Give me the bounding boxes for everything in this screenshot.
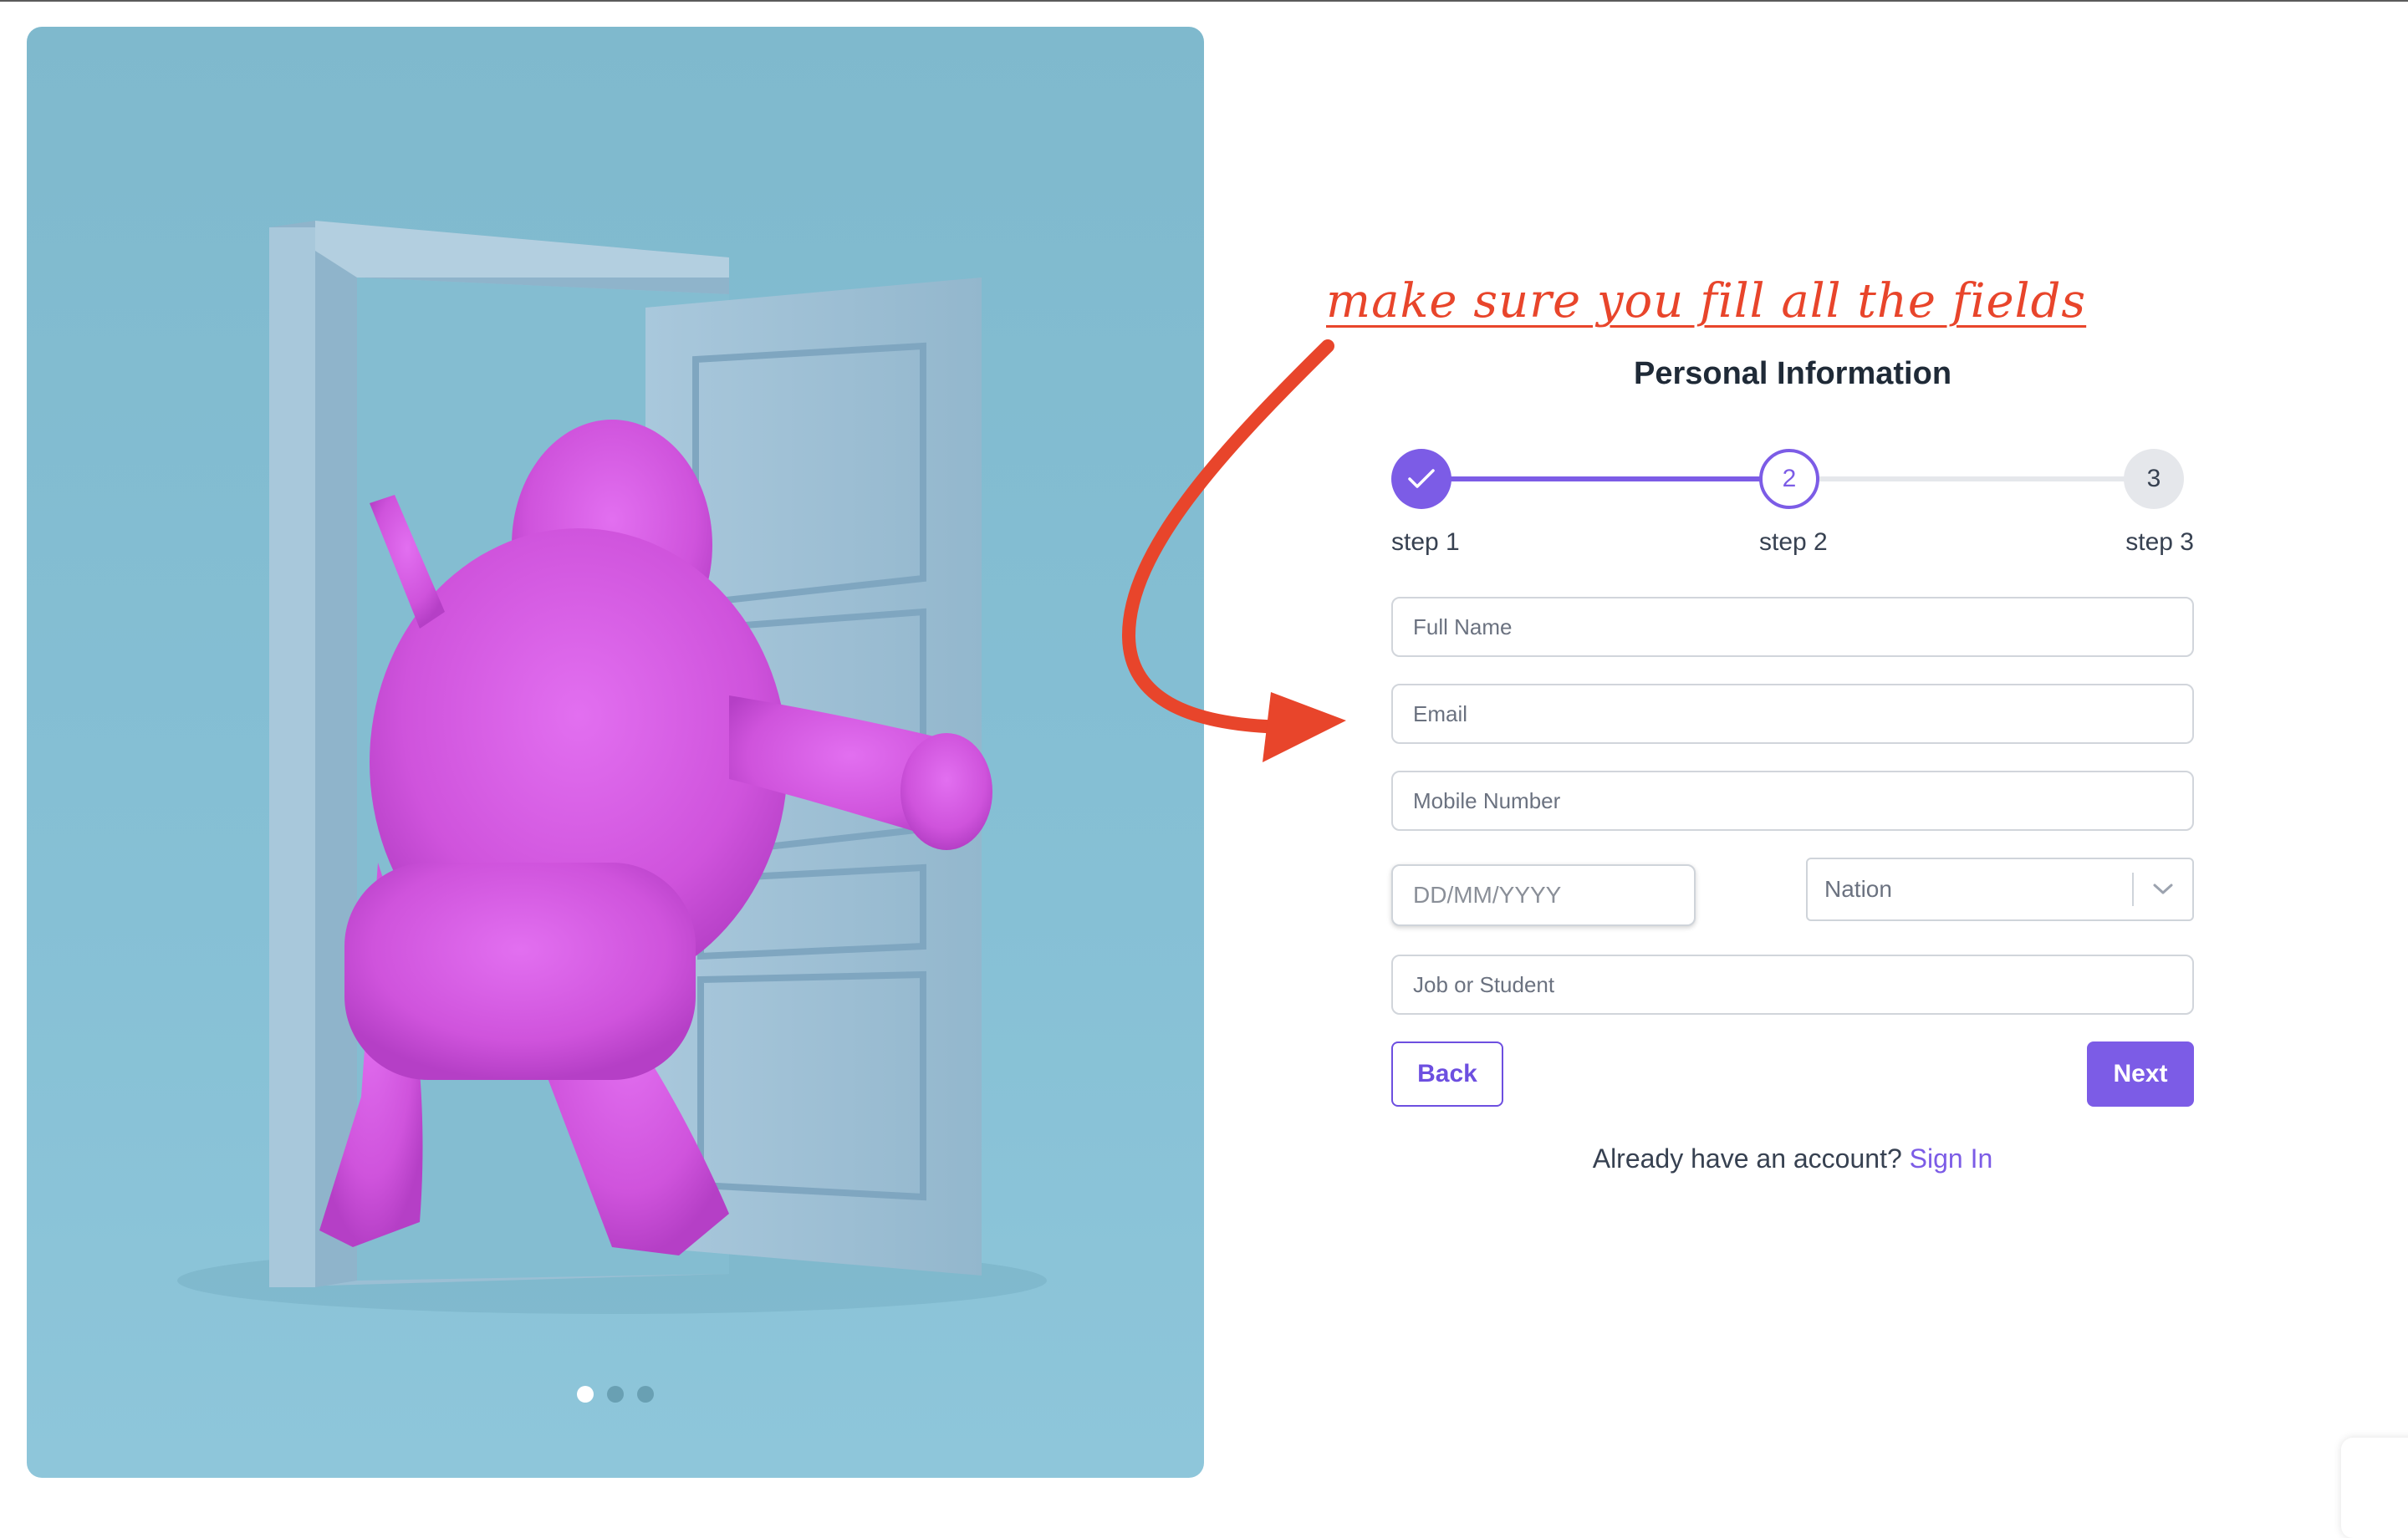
corner-widget[interactable]	[2341, 1438, 2408, 1538]
carousel-dot-3[interactable]	[637, 1386, 654, 1403]
mobile-number-input[interactable]	[1391, 771, 2194, 831]
form-title: Personal Information	[1633, 356, 1952, 391]
date-of-birth-input[interactable]	[1391, 864, 1696, 926]
chevron-down-icon[interactable]	[2134, 883, 2192, 896]
step-2-circle[interactable]: 2	[1759, 449, 1819, 509]
window-top-border	[0, 0, 2408, 2]
nation-select[interactable]: Nation	[1806, 858, 2194, 921]
hero-image-carousel	[27, 27, 1204, 1478]
stepper-track-pending	[1789, 476, 2164, 481]
carousel-dot-1[interactable]	[577, 1386, 594, 1403]
next-button[interactable]: Next	[2087, 1041, 2194, 1107]
job-or-student-input[interactable]	[1391, 955, 2194, 1015]
step-1-circle[interactable]	[1391, 449, 1451, 509]
signin-prompt: Already have an account? Sign In	[1391, 1143, 2194, 1174]
full-name-input[interactable]	[1391, 597, 2194, 657]
step-2-label: step 2	[1759, 528, 1828, 556]
check-icon	[1408, 469, 1435, 488]
annotation-text: make sure you fill all the fields	[1326, 274, 2087, 328]
step-1-label: step 1	[1391, 528, 1460, 556]
back-button[interactable]: Back	[1391, 1041, 1503, 1107]
signin-prompt-text: Already have an account?	[1592, 1143, 1902, 1174]
nation-select-value: Nation	[1824, 876, 1892, 902]
stepper-track-complete	[1421, 476, 1789, 481]
step-3-circle[interactable]: 3	[2124, 449, 2184, 509]
step-3-label: step 3	[2125, 528, 2194, 556]
email-input[interactable]	[1391, 684, 2194, 744]
carousel-dots	[27, 1386, 1204, 1403]
hero-illustration	[177, 221, 1047, 1314]
sign-in-link[interactable]: Sign In	[1910, 1143, 1993, 1174]
progress-stepper: 2 3 step 1 step 2 step 3	[1391, 446, 2194, 572]
carousel-dot-2[interactable]	[607, 1386, 624, 1403]
annotation-arrow-icon	[1121, 339, 1346, 762]
